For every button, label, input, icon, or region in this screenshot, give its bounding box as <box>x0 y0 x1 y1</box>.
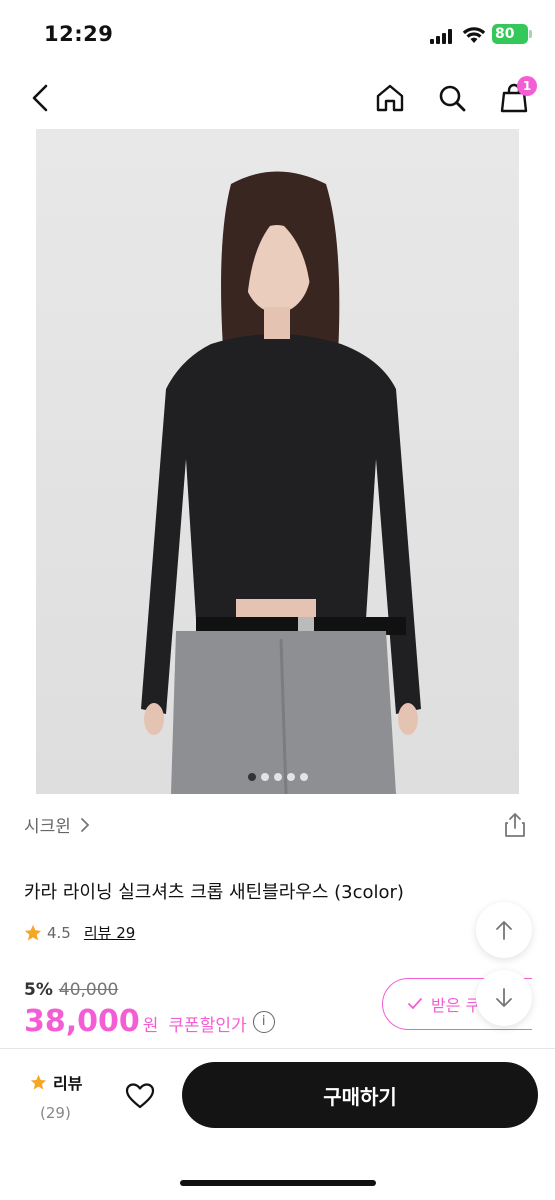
product-image[interactable] <box>36 129 519 794</box>
scroll-down-button[interactable] <box>476 970 532 1026</box>
wishlist-button[interactable] <box>120 1076 160 1116</box>
brand-name: 시크윈 <box>24 817 71 837</box>
price-row: 38,000 원 쿠폰할인가 i <box>24 1004 275 1039</box>
scroll-up-button[interactable] <box>476 902 532 958</box>
bottom-review-summary[interactable]: 리뷰 (29) <box>30 1070 100 1122</box>
arrow-up-icon <box>496 921 512 940</box>
review-link[interactable]: 리뷰 29 <box>84 922 135 943</box>
search-icon <box>439 85 466 112</box>
gallery-pagination[interactable] <box>36 773 519 781</box>
home-indicator <box>180 1180 376 1186</box>
cellular-signal-icon <box>430 28 456 44</box>
wifi-icon <box>462 27 486 43</box>
arrow-down-icon <box>496 988 512 1007</box>
gallery-dot[interactable] <box>260 773 269 781</box>
home-icon <box>376 84 404 112</box>
original-price: 40,000 <box>58 980 119 1000</box>
cart-count-badge: 1 <box>517 76 537 96</box>
gallery-dot[interactable] <box>273 773 282 781</box>
chevron-right-icon <box>81 817 90 832</box>
status-time: 12:29 <box>44 22 114 46</box>
status-bar: 12:29 80 <box>0 0 555 70</box>
back-button[interactable] <box>22 78 58 118</box>
discount-row: 5% 40,000 <box>24 980 118 1000</box>
search-button[interactable] <box>432 78 472 118</box>
star-icon <box>30 1074 47 1089</box>
battery-tip <box>529 30 532 38</box>
model-photo <box>141 171 421 794</box>
buy-button[interactable]: 구매하기 <box>182 1062 538 1128</box>
gallery-dot[interactable] <box>299 773 308 781</box>
bottom-review-count: (29) <box>40 1104 71 1122</box>
divider <box>0 1048 555 1049</box>
coupon-price-label: 쿠폰할인가 <box>168 1016 247 1036</box>
battery-level: 80 <box>492 24 528 44</box>
back-icon <box>32 84 48 112</box>
star-icon <box>24 924 42 940</box>
brand-link[interactable]: 시크윈 <box>24 812 91 837</box>
sale-price: 38,000 <box>24 1004 140 1039</box>
product-title: 카라 라이닝 실크셔츠 크롭 새틴블라우스 (3color) <box>24 882 404 903</box>
rating-row: 4.5 리뷰 29 <box>24 922 135 943</box>
heart-icon <box>125 1083 155 1109</box>
rating-value: 4.5 <box>47 923 71 942</box>
bottom-review-label: 리뷰 <box>53 1074 83 1093</box>
check-icon <box>408 998 422 1010</box>
home-button[interactable] <box>370 78 410 118</box>
info-icon[interactable]: i <box>252 1010 275 1033</box>
share-icon <box>505 813 525 837</box>
coupon-button-label: 받은 쿠 <box>431 996 481 1015</box>
share-button[interactable] <box>500 810 530 840</box>
gallery-dot[interactable] <box>247 773 256 781</box>
price-unit: 원 <box>142 1016 159 1036</box>
discount-rate: 5% <box>24 980 53 1000</box>
gallery-dot[interactable] <box>286 773 295 781</box>
